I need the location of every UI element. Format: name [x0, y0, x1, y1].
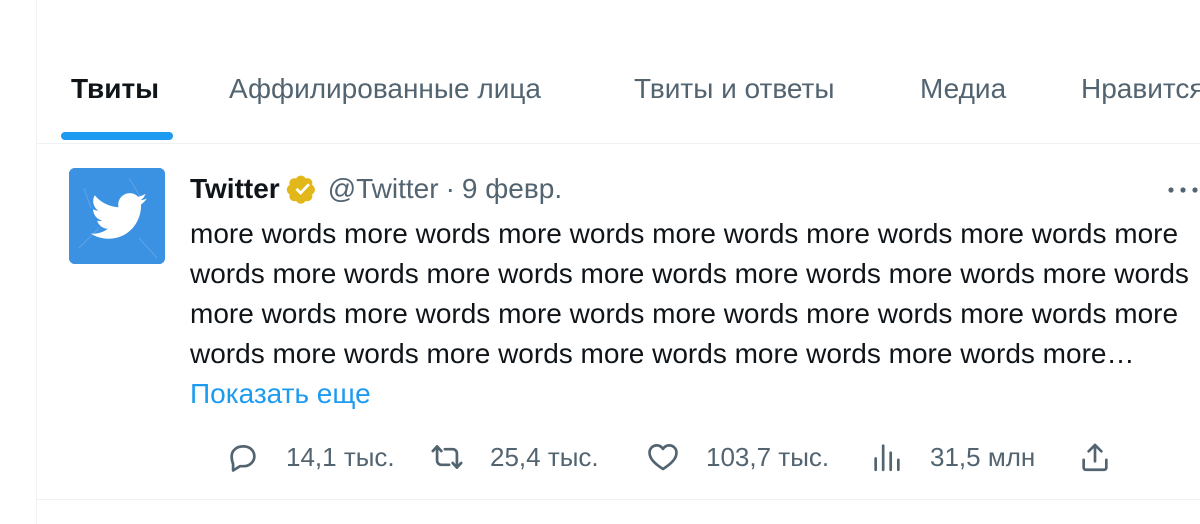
reply-count: 14,1 тыс. [286, 442, 395, 472]
like-count: 103,7 тыс. [706, 442, 830, 472]
tweet-date[interactable]: 9 февр. [462, 172, 562, 206]
tab-affiliates[interactable]: Аффилированные лица [229, 72, 541, 106]
profile-timeline: Твиты Аффилированные лица Твиты и ответы… [36, 0, 1200, 524]
tweet[interactable]: Twitter @Twitter · 9 февр. more words mo… [37, 144, 1200, 500]
gold-verified-icon [286, 175, 315, 204]
more-dots-icon [1168, 187, 1198, 193]
views-count: 31,5 млн [930, 442, 1036, 472]
heart-icon [648, 444, 678, 471]
separator-dot: · [445, 173, 455, 204]
tab-tweets-and-replies[interactable]: Твиты и ответы [634, 72, 834, 106]
tab-likes[interactable]: Нравится [1081, 72, 1200, 106]
twitter-bird-icon [69, 168, 165, 264]
tweet-text: more words more words more words more wo… [190, 214, 1200, 414]
tweet-actions: 14,1 тыс. 25,4 тыс. 103,7 тыс. 31,5 млн [190, 440, 1108, 474]
more-options-button[interactable] [1165, 172, 1200, 206]
share-icon [1082, 443, 1108, 472]
like-button[interactable]: 103,7 тыс. [646, 440, 829, 474]
tweet-body: more words more words more words more wo… [190, 218, 1197, 369]
avatar[interactable] [69, 168, 165, 264]
reply-icon [230, 445, 256, 472]
reply-button[interactable]: 14,1 тыс. [226, 440, 395, 474]
retweet-button[interactable]: 25,4 тыс. [430, 440, 599, 474]
show-more-link[interactable]: Показать еще [190, 378, 371, 409]
views-button[interactable]: 31,5 млн [870, 440, 1035, 474]
tab-tweets[interactable]: Твиты [71, 72, 159, 106]
author-name[interactable]: Twitter [190, 172, 280, 206]
tweet-header: Twitter @Twitter · 9 февр. [190, 172, 562, 206]
retweet-count: 25,4 тыс. [490, 442, 599, 472]
active-tab-indicator [61, 132, 173, 140]
share-button[interactable] [1078, 440, 1112, 474]
author-handle[interactable]: @Twitter [328, 172, 439, 206]
views-chart-icon [874, 444, 900, 472]
tab-media[interactable]: Медиа [920, 72, 1006, 106]
retweet-icon [431, 445, 463, 469]
profile-tabs: Твиты Аффилированные лица Твиты и ответы… [37, 0, 1200, 144]
